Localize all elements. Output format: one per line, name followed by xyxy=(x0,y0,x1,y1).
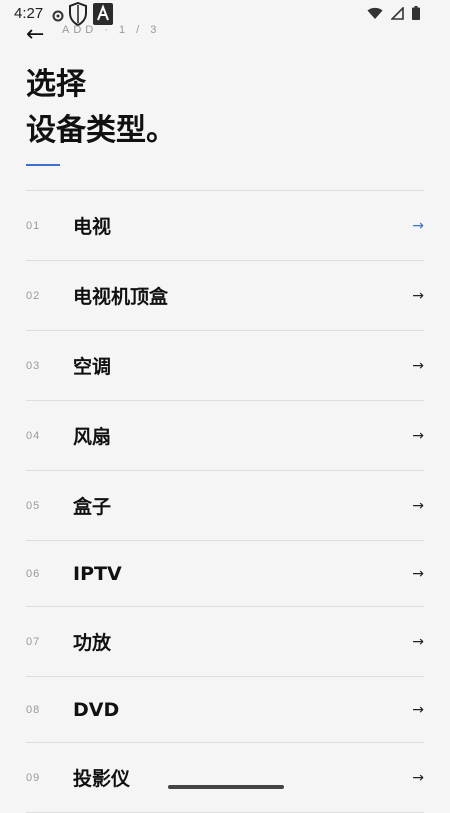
row-number: 07 xyxy=(26,635,41,648)
row-label: 风扇 xyxy=(73,426,112,448)
battery-icon xyxy=(412,5,420,24)
gear-notification-icon xyxy=(52,7,64,26)
row-label: 盒子 xyxy=(73,496,112,518)
device-row-set-top-box[interactable]: 02 电视机顶盒 → xyxy=(26,261,424,331)
device-row-box[interactable]: 05 盒子 → xyxy=(26,471,424,541)
row-number: 06 xyxy=(26,567,41,580)
signal-icon xyxy=(390,5,404,24)
arrow-right-icon: → xyxy=(412,701,424,718)
row-label: IPTV xyxy=(73,562,122,585)
row-label: 功放 xyxy=(73,632,112,654)
arrow-right-icon: → xyxy=(412,769,424,786)
page-title-line1: 选择 xyxy=(26,67,86,102)
row-label: 电视 xyxy=(73,216,112,238)
page-title: 选择 设备类型。 xyxy=(26,62,176,154)
home-indicator[interactable] xyxy=(168,785,284,789)
arrow-right-icon: → xyxy=(412,357,424,374)
row-label: DVD xyxy=(73,698,120,721)
arrow-right-icon: → xyxy=(412,287,424,304)
device-row-dvd[interactable]: 08 DVD → xyxy=(26,677,424,743)
row-number: 02 xyxy=(26,289,41,302)
arrow-right-icon: → xyxy=(412,497,424,514)
device-row-iptv[interactable]: 06 IPTV → xyxy=(26,541,424,607)
device-row-air-conditioner[interactable]: 03 空调 → xyxy=(26,331,424,401)
row-number: 08 xyxy=(26,703,41,716)
arrow-right-icon: → xyxy=(412,565,424,582)
arrow-right-icon: → xyxy=(412,633,424,650)
row-label: 电视机顶盒 xyxy=(73,286,169,308)
row-number: 01 xyxy=(26,219,41,232)
arrow-right-icon: → xyxy=(412,217,424,234)
wifi-icon xyxy=(367,5,383,24)
row-number: 03 xyxy=(26,359,41,372)
device-row-tv[interactable]: 01 电视 → xyxy=(26,191,424,261)
row-number: 04 xyxy=(26,429,41,442)
status-time: 4:27 xyxy=(14,5,44,22)
arrow-right-icon: → xyxy=(412,427,424,444)
row-number: 05 xyxy=(26,499,41,512)
step-indicator: ADD · 1 / 3 xyxy=(62,24,161,36)
title-accent-bar xyxy=(26,164,60,166)
device-row-projector[interactable]: 09 投影仪 → xyxy=(26,743,424,813)
page-title-line2: 设备类型。 xyxy=(26,113,176,148)
device-row-fan[interactable]: 04 风扇 → xyxy=(26,401,424,471)
back-button[interactable]: ← xyxy=(26,24,44,46)
device-type-list: 01 电视 → 02 电视机顶盒 → 03 空调 → 04 风扇 → 05 盒子… xyxy=(26,190,424,813)
device-row-amplifier[interactable]: 07 功放 → xyxy=(26,607,424,677)
status-icons-right xyxy=(367,5,420,24)
row-label: 空调 xyxy=(73,356,112,378)
row-number: 09 xyxy=(26,771,41,784)
